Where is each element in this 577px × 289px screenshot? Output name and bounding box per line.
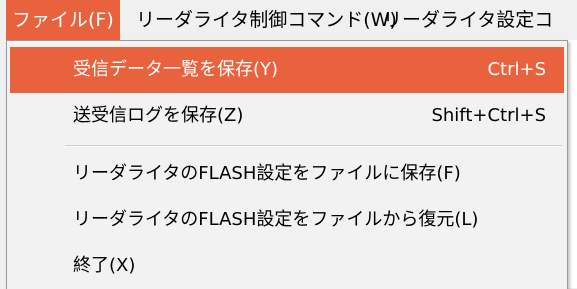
menu-separator xyxy=(65,145,562,147)
menu-item-label: リーダライタのFLASH設定をファイルから復元(L) xyxy=(73,209,479,230)
menu-item-label: リーダライタのFLASH設定をファイルに保存(F) xyxy=(73,163,461,184)
menu-item-label: 受信データ一覧を保存(Y) xyxy=(73,59,279,80)
menu-reader-writer-control-commands[interactable]: リーダライタ制御コマンド(W) xyxy=(130,0,403,40)
window-background xyxy=(567,40,577,288)
menu-item-shortcut: Ctrl+S xyxy=(487,59,546,80)
menu-item-save-transmit-receive-log[interactable]: 送受信ログを保存(Z) Shift+Ctrl+S xyxy=(10,93,564,139)
menu-item-label: 送受信ログを保存(Z) xyxy=(73,105,244,126)
menu-item-save-received-data-list[interactable]: 受信データ一覧を保存(Y) Ctrl+S xyxy=(10,47,564,93)
menu-item-exit[interactable]: 終了(X) xyxy=(10,243,564,289)
menu-item-restore-flash-settings-from-file[interactable]: リーダライタのFLASH設定をファイルから復元(L) xyxy=(10,197,564,243)
menu-file[interactable]: ファイル(F) xyxy=(6,0,120,40)
menu-item-label: 終了(X) xyxy=(73,255,136,276)
menu-item-save-flash-settings-to-file[interactable]: リーダライタのFLASH設定をファイルに保存(F) xyxy=(10,151,564,197)
menu-reader-writer-settings[interactable]: リーダライタ設定コ xyxy=(377,0,559,40)
file-dropdown-menu: 受信データ一覧を保存(Y) Ctrl+S 送受信ログを保存(Z) Shift+C… xyxy=(6,40,568,289)
menu-item-shortcut: Shift+Ctrl+S xyxy=(431,105,546,126)
menu-bar: ファイル(F) リーダライタ制御コマンド(W) リーダライタ設定コ xyxy=(0,0,577,40)
